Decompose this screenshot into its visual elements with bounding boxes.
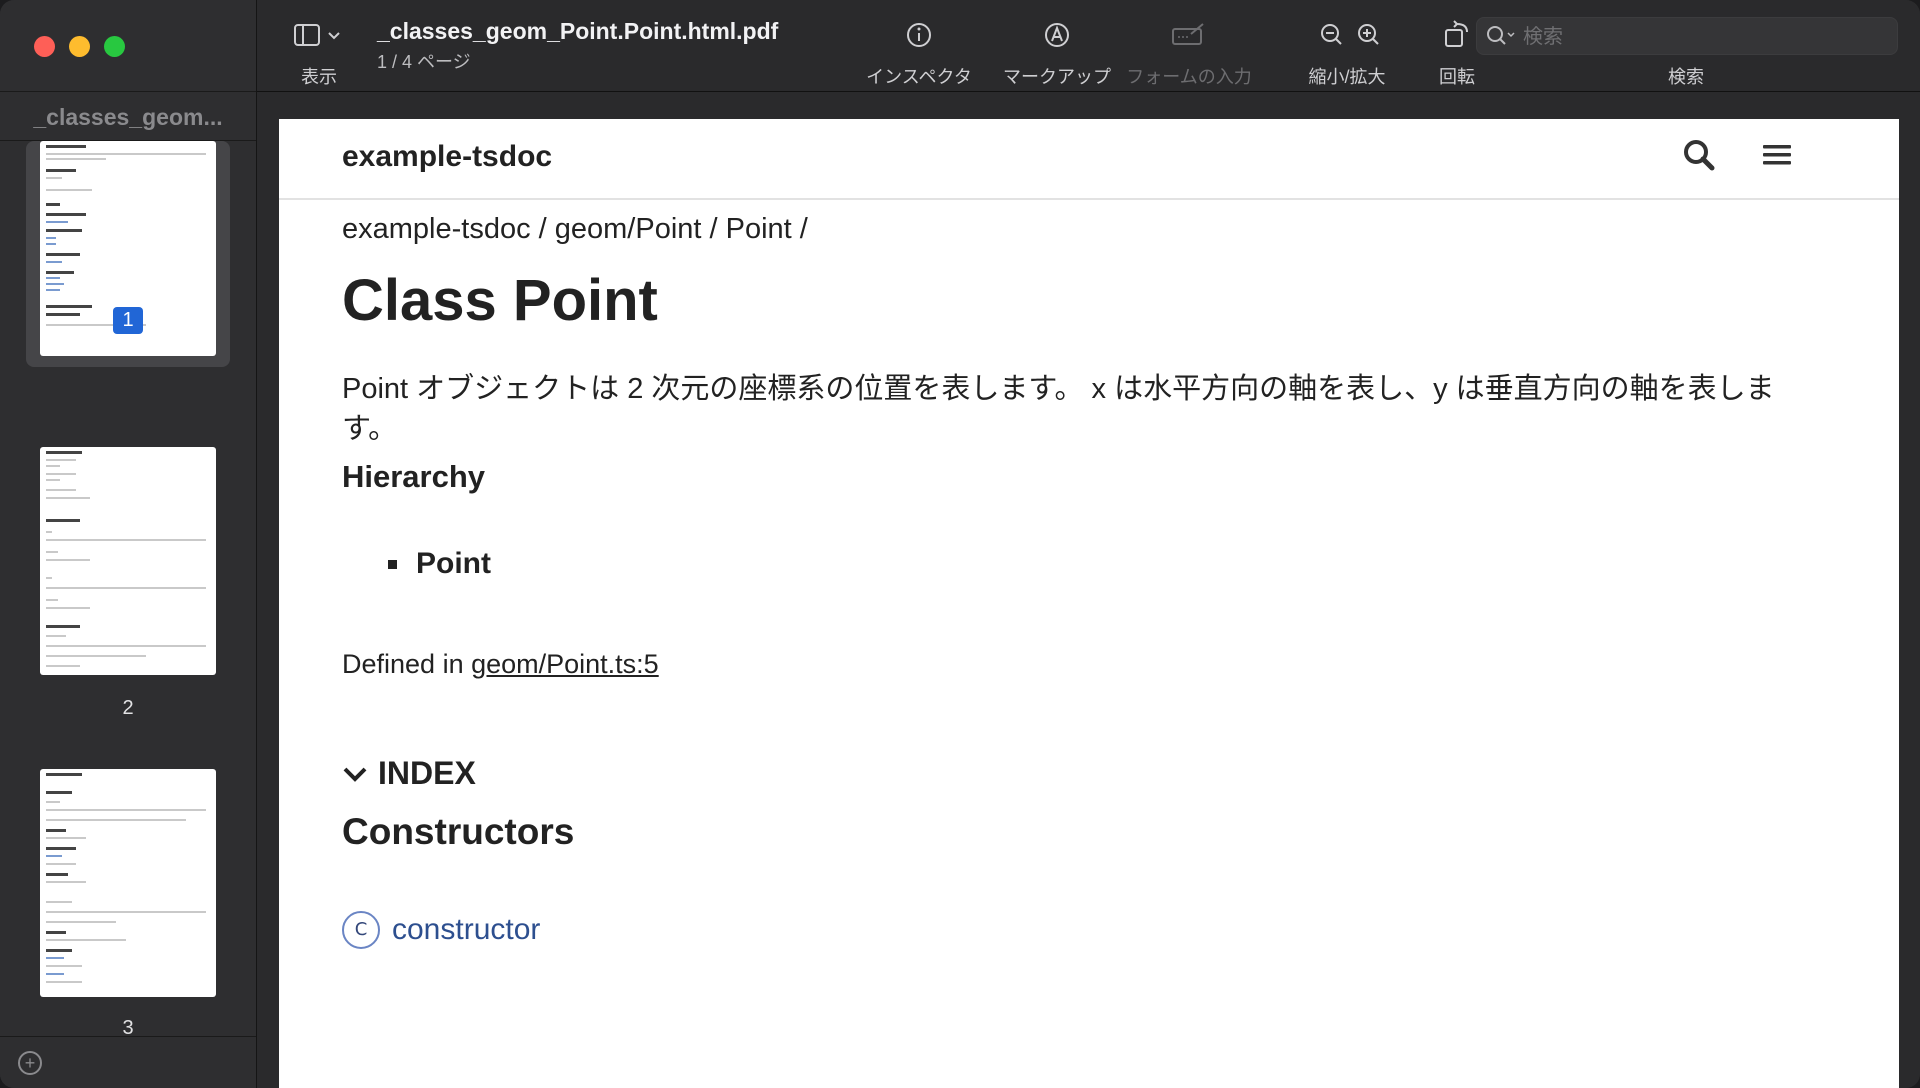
toolbar: 表示 _classes_geom_Point.Point.html.pdf 1 … bbox=[257, 0, 1920, 92]
markup-pen-icon bbox=[997, 20, 1117, 50]
search-input[interactable] bbox=[1521, 18, 1885, 56]
sidebar-toggle-icon bbox=[289, 20, 349, 50]
thumbnail-list[interactable]: 1 2 3 bbox=[0, 141, 256, 1036]
preview-window: _classes_geom... 1 2 3 + 表示 _classes_geo… bbox=[0, 0, 1920, 1088]
view-label: 表示 bbox=[301, 67, 337, 87]
pdf-page: example-tsdoc example-tsdoc / geom/Point bbox=[279, 119, 1899, 1088]
constructor-kind-icon: C bbox=[342, 911, 380, 949]
bullet-icon bbox=[388, 559, 397, 569]
zoom-controls: 縮小/拡大 bbox=[1287, 0, 1407, 91]
document-viewport[interactable]: example-tsdoc example-tsdoc / geom/Point bbox=[257, 92, 1920, 1088]
hamburger-menu-icon[interactable] bbox=[1762, 143, 1792, 172]
breadcrumb[interactable]: example-tsdoc / geom/Point / Point / bbox=[342, 213, 808, 246]
page-number-3: 3 bbox=[122, 1017, 134, 1036]
class-description: Point オブジェクトは 2 次元の座標系の位置を表します。 x は水平方向の… bbox=[342, 373, 1775, 445]
constructor-link[interactable]: constructor bbox=[392, 913, 540, 947]
page-number-2: 2 bbox=[122, 697, 134, 719]
close-window-button[interactable] bbox=[34, 36, 55, 57]
page-indicator: 1 / 4 ページ bbox=[377, 52, 471, 72]
hierarchy-item-label: Point bbox=[416, 547, 491, 580]
search-icon[interactable] bbox=[1682, 138, 1716, 177]
minimize-window-button[interactable] bbox=[69, 36, 90, 57]
window-controls bbox=[34, 36, 125, 57]
fill-form-label: フォームの入力 bbox=[1126, 67, 1252, 87]
chevron-down-icon bbox=[343, 767, 367, 782]
inspector-label: インスペクタ bbox=[866, 67, 972, 87]
defined-in-prefix: Defined in bbox=[342, 649, 472, 679]
zoom-in-icon[interactable] bbox=[1358, 24, 1379, 45]
doc-header: example-tsdoc bbox=[279, 119, 1899, 200]
thumbnail-sidebar: _classes_geom... 1 2 3 + bbox=[0, 0, 257, 1088]
info-icon bbox=[859, 20, 979, 50]
view-menu-button[interactable]: 表示 bbox=[289, 0, 349, 91]
zoom-out-icon[interactable] bbox=[1321, 24, 1342, 45]
hierarchy-heading: Hierarchy bbox=[342, 459, 486, 494]
defined-in: Defined in geom/Point.ts:5 bbox=[342, 649, 659, 680]
inspector-button[interactable]: インスペクタ bbox=[859, 0, 979, 91]
page-title: Class Point bbox=[342, 268, 658, 333]
maximize-window-button[interactable] bbox=[104, 36, 125, 57]
site-brand[interactable]: example-tsdoc bbox=[342, 140, 552, 174]
sidebar-title: _classes_geom... bbox=[33, 104, 223, 130]
search-label: 検索 bbox=[1668, 67, 1704, 87]
source-link[interactable]: geom/Point.ts:5 bbox=[471, 649, 659, 679]
hierarchy-item: Point bbox=[388, 547, 491, 581]
page-number-1: 1 bbox=[0, 307, 256, 334]
divider bbox=[0, 91, 256, 92]
fill-form-button[interactable]: フォームの入力 bbox=[1119, 0, 1259, 91]
page-thumbnail-2[interactable] bbox=[40, 447, 216, 675]
add-page-button[interactable]: + bbox=[18, 1051, 42, 1075]
search-field[interactable] bbox=[1476, 17, 1898, 56]
index-label: INDEX bbox=[378, 755, 476, 791]
markup-button[interactable]: マークアップ bbox=[997, 0, 1117, 91]
search-icon bbox=[1485, 24, 1519, 53]
zoom-icons bbox=[1287, 20, 1407, 50]
index-toggle[interactable]: INDEX bbox=[342, 755, 476, 792]
form-field-icon bbox=[1119, 20, 1259, 50]
zoom-label: 縮小/拡大 bbox=[1308, 67, 1386, 87]
document-title: _classes_geom_Point.Point.html.pdf bbox=[377, 18, 779, 44]
constructors-heading: Constructors bbox=[342, 811, 575, 852]
page-thumbnail-3[interactable] bbox=[40, 769, 216, 997]
markup-label: マークアップ bbox=[1003, 67, 1111, 87]
sidebar-footer: + bbox=[0, 1036, 256, 1088]
constructor-item: C constructor bbox=[342, 911, 540, 949]
